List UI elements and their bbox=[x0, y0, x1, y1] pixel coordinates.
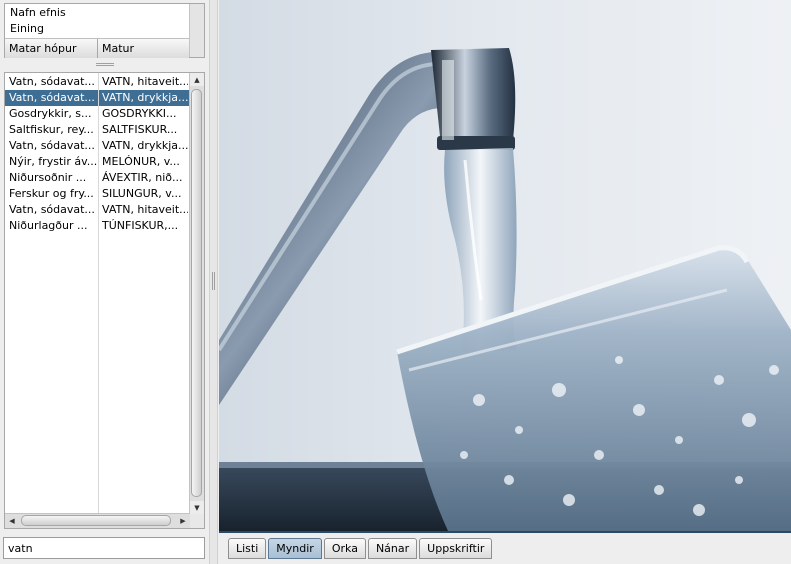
food-name-cell: VATN, hitaveit... bbox=[102, 203, 188, 216]
food-name-cell: SALTFISKUR... bbox=[102, 123, 178, 136]
arrow-left-icon[interactable]: ◀ bbox=[5, 514, 19, 527]
details-row-name[interactable]: Nafn efnis bbox=[10, 5, 66, 21]
faucet-water-glass-photo bbox=[219, 0, 791, 531]
column-header-food[interactable]: Matur bbox=[98, 39, 190, 58]
horizontal-split-grip[interactable] bbox=[96, 63, 114, 66]
arrow-down-icon[interactable]: ▼ bbox=[190, 501, 204, 514]
food-group-cell: Gosdrykkir, s... bbox=[9, 107, 92, 120]
food-name-cell: GOSDRYKKI... bbox=[102, 107, 177, 120]
food-name-cell: ÁVEXTIR, nið... bbox=[102, 171, 183, 184]
search-input[interactable] bbox=[3, 537, 205, 559]
vertical-split-grip[interactable] bbox=[212, 272, 215, 290]
column-header-food-group[interactable]: Matar hópur bbox=[5, 39, 98, 58]
food-image bbox=[219, 0, 791, 533]
details-scrollbar[interactable] bbox=[189, 4, 204, 57]
details-list[interactable]: Nafn efnis Eining Matar hópur Matur bbox=[4, 3, 205, 58]
food-group-cell: Niðurlagður ... bbox=[9, 219, 88, 232]
tab-orka[interactable]: Orka bbox=[323, 538, 366, 559]
horizontal-scrollbar[interactable]: ◀ ▶ bbox=[5, 513, 190, 528]
food-group-cell: Saltfiskur, rey... bbox=[9, 123, 94, 136]
food-name-cell: MELÓNUR, v... bbox=[102, 155, 180, 168]
view-tabs: Listi Myndir Orka Nánar Uppskriftir bbox=[228, 538, 494, 559]
vertical-scrollbar[interactable]: ▲ ▼ bbox=[189, 73, 204, 514]
arrow-up-icon[interactable]: ▲ bbox=[190, 73, 204, 86]
food-group-cell: Nýir, frystir áv... bbox=[9, 155, 98, 168]
results-table: Vatn, sódavat... VATN, hitaveit... Vatn, s… bbox=[4, 72, 205, 529]
food-group-cell: Vatn, sódavat... bbox=[9, 139, 95, 152]
food-group-cell: Vatn, sódavat... bbox=[9, 91, 95, 104]
food-name-cell: VATN, drykkja... bbox=[102, 91, 188, 104]
food-name-cell: VATN, drykkja... bbox=[102, 139, 188, 152]
horizontal-scroll-thumb[interactable] bbox=[21, 515, 171, 526]
scroll-corner bbox=[190, 514, 204, 528]
details-column-header: Matar hópur Matur bbox=[5, 38, 190, 58]
food-group-cell: Niðursoðnir ... bbox=[9, 171, 87, 184]
food-group-cell: Vatn, sódavat... bbox=[9, 75, 95, 88]
tab-nanar[interactable]: Nánar bbox=[367, 538, 418, 559]
tab-myndir[interactable]: Myndir bbox=[268, 538, 322, 559]
vertical-scroll-thumb[interactable] bbox=[191, 89, 202, 497]
details-row-unit[interactable]: Eining bbox=[10, 21, 44, 37]
food-group-cell: Vatn, sódavat... bbox=[9, 203, 95, 216]
food-name-cell: TÚNFISKUR,... bbox=[102, 219, 179, 232]
tab-listi[interactable]: Listi bbox=[228, 538, 267, 559]
arrow-right-icon[interactable]: ▶ bbox=[176, 514, 190, 527]
column-separator bbox=[98, 73, 99, 528]
tab-uppskriftir[interactable]: Uppskriftir bbox=[419, 538, 493, 559]
food-group-cell: Ferskur og fry... bbox=[9, 187, 94, 200]
food-name-cell: SILUNGUR, v... bbox=[102, 187, 182, 200]
food-name-cell: VATN, hitaveit... bbox=[102, 75, 188, 88]
